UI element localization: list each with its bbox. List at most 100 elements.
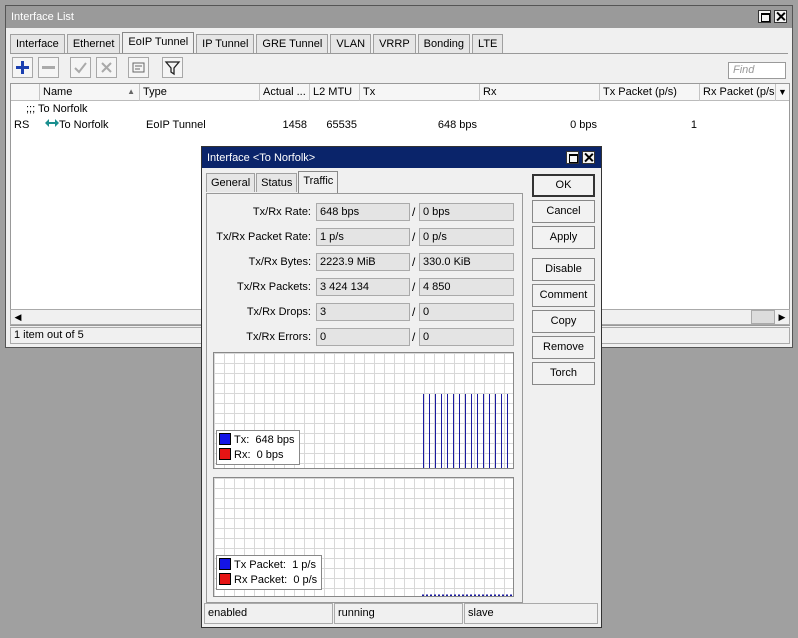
minus-icon [42, 66, 55, 69]
tab-eoip-tunnel[interactable]: EoIP Tunnel [122, 32, 195, 53]
rx-bytes-field[interactable]: 330.0 KiB [419, 253, 514, 271]
filter-button[interactable] [162, 57, 183, 78]
column-menu-icon[interactable]: ▼ [776, 84, 789, 101]
cancel-button[interactable]: Cancel [532, 200, 595, 223]
row-rx: 0 bps [570, 119, 597, 131]
field-row: Tx/Rx Packet Rate: 1 p/s / 0 p/s [207, 227, 524, 247]
column-header-rx-packet[interactable]: Rx Packet (p/s [700, 84, 776, 101]
row-type: EoIP Tunnel [146, 119, 206, 131]
column-header-name[interactable]: Name ▲ [40, 84, 140, 101]
tx-packet-swatch [219, 558, 231, 570]
tab-gre-tunnel[interactable]: GRE Tunnel [256, 34, 329, 53]
tx-packets-field[interactable]: 3 424 134 [316, 278, 410, 296]
rx-drops-field[interactable]: 0 [419, 303, 514, 321]
legend-rx-packet: Rx Packet: 0 p/s [219, 573, 317, 588]
remove-button[interactable] [38, 57, 59, 78]
close-icon[interactable] [774, 10, 787, 23]
row-tx-packet: 1 [690, 119, 697, 131]
tab-ip-tunnel[interactable]: IP Tunnel [196, 34, 255, 53]
comment-button[interactable]: Comment [532, 284, 595, 307]
field-label: Tx/Rx Packet Rate: [216, 231, 311, 243]
field-row: Tx/Rx Packets: 3 424 134 / 4 850 [207, 277, 524, 297]
column-header-tx[interactable]: Tx [360, 84, 480, 101]
tx-packet-rate-field[interactable]: 1 p/s [316, 228, 410, 246]
maximize-icon[interactable] [566, 151, 579, 164]
separator: / [412, 205, 416, 219]
column-header-tx-packet[interactable]: Tx Packet (p/s) [600, 84, 700, 101]
row-actual-mtu: 1458 [282, 119, 307, 131]
scroll-right-icon[interactable]: ▶ [775, 310, 789, 324]
tx-drops-field[interactable]: 3 [316, 303, 410, 321]
close-icon[interactable] [582, 151, 595, 164]
apply-button[interactable]: Apply [532, 226, 595, 249]
tab-lte[interactable]: LTE [472, 34, 504, 53]
rx-rate-field[interactable]: 0 bps [419, 203, 514, 221]
tab-bonding[interactable]: Bonding [417, 34, 471, 53]
field-label: Tx/Rx Bytes: [248, 256, 311, 268]
scroll-left-icon[interactable]: ◀ [11, 310, 25, 324]
dialog-title-bar[interactable]: Interface <To Norfolk> [202, 147, 601, 168]
check-icon [74, 62, 87, 74]
separator: / [412, 305, 416, 319]
comment-row[interactable]: ;;; To Norfolk [11, 102, 789, 117]
tx-bytes-field[interactable]: 2223.9 MiB [316, 253, 410, 271]
field-row: Tx/Rx Drops: 3 / 0 [207, 302, 524, 322]
column-header-type[interactable]: Type [140, 84, 260, 101]
dialog-tab-bar: General Status Traffic [206, 171, 339, 193]
traffic-legend: Tx: 648 bps Rx: 0 bps [216, 430, 300, 465]
tx-rate-field[interactable]: 648 bps [316, 203, 410, 221]
filter-icon [164, 61, 181, 76]
remove-button[interactable]: Remove [532, 336, 595, 359]
interface-dialog: Interface <To Norfolk> General Status Tr… [201, 146, 602, 628]
table-row[interactable]: RS To Norfolk EoIP Tunnel 1458 65535 648… [11, 118, 789, 133]
torch-button[interactable]: Torch [532, 362, 595, 385]
table-header: Name ▲ Type Actual ... L2 MTU Tx Rx Tx Pa… [11, 84, 789, 101]
column-header-l2mtu[interactable]: L2 MTU [310, 84, 360, 101]
tx-errors-field[interactable]: 0 [316, 328, 410, 346]
field-row: Tx/Rx Bytes: 2223.9 MiB / 330.0 KiB [207, 252, 524, 272]
tab-status[interactable]: Status [256, 173, 298, 192]
disable-button[interactable]: Disable [532, 258, 595, 281]
disable-button[interactable] [96, 57, 117, 78]
copy-button[interactable]: Copy [532, 310, 595, 333]
rx-packets-field[interactable]: 4 850 [419, 278, 514, 296]
column-header-flags[interactable] [11, 84, 40, 101]
field-label: Tx/Rx Errors: [246, 331, 311, 343]
tab-ethernet[interactable]: Ethernet [66, 34, 121, 53]
tab-vlan[interactable]: VLAN [330, 34, 372, 53]
tab-general[interactable]: General [206, 173, 256, 192]
legend-rx: Rx: 0 bps [219, 448, 295, 463]
status-slave: slave [464, 603, 598, 624]
tab-vrrp[interactable]: VRRP [373, 34, 416, 53]
row-l2mtu: 65535 [326, 119, 357, 131]
packet-graph: Tx Packet: 1 p/s Rx Packet: 0 p/s [213, 477, 514, 597]
maximize-icon[interactable] [758, 10, 771, 23]
packet-legend: Tx Packet: 1 p/s Rx Packet: 0 p/s [216, 555, 323, 590]
tab-traffic[interactable]: Traffic [298, 171, 339, 193]
status-enabled: enabled [204, 603, 333, 624]
rx-errors-field[interactable]: 0 [419, 328, 514, 346]
enable-button[interactable] [70, 57, 91, 78]
field-label: Tx/Rx Rate: [252, 206, 311, 218]
rx-packet-swatch [219, 573, 231, 585]
row-flags: RS [14, 119, 30, 131]
rx-packet-rate-field[interactable]: 0 p/s [419, 228, 514, 246]
ok-button[interactable]: OK [532, 174, 595, 197]
tab-interface[interactable]: Interface [10, 34, 65, 53]
row-name: To Norfolk [42, 118, 140, 132]
field-label: Tx/Rx Drops: [246, 306, 311, 318]
add-button[interactable] [12, 57, 33, 78]
separator: / [412, 230, 416, 244]
legend-tx-packet: Tx Packet: 1 p/s [219, 558, 317, 573]
separator: / [412, 330, 416, 344]
scroll-thumb[interactable] [751, 310, 775, 324]
field-row: Tx/Rx Errors: 0 / 0 [207, 327, 524, 347]
sort-icon: ▲ [127, 87, 135, 96]
tab-divider [10, 53, 788, 54]
traffic-graph: Tx: 648 bps Rx: 0 bps [213, 352, 514, 469]
find-input[interactable]: Find [728, 62, 786, 79]
title-bar[interactable]: Interface List [6, 6, 792, 28]
column-header-actual-mtu[interactable]: Actual ... [260, 84, 310, 101]
comment-button[interactable] [128, 57, 149, 78]
column-header-rx[interactable]: Rx [480, 84, 600, 101]
